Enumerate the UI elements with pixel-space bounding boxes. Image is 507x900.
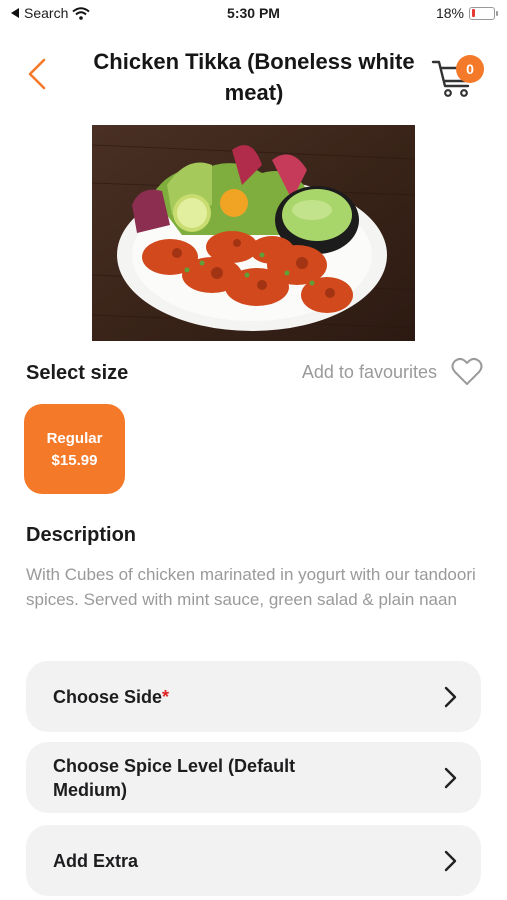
battery-indicator: 18% [435,5,498,21]
description-text: With Cubes of chicken marinated in yogur… [26,565,476,609]
cart-count-badge: 0 [456,55,484,83]
battery-percent: 18% [435,5,464,21]
add-to-favourites-button[interactable]: Add to favourites [302,357,483,387]
required-marker: * [162,687,170,707]
size-option-name: Regular [46,430,103,447]
chevron-right-icon [444,850,457,872]
favourites-label: Add to favourites [301,361,437,382]
product-image [92,125,415,341]
description-title: Description [26,524,137,546]
size-option-price: $15.99 [51,452,98,469]
add-extra-option[interactable]: Add Extra [26,825,481,896]
status-bar: Search 5:30 PM 18% [0,0,507,28]
choose-spice-level-option[interactable]: Choose Spice Level (Default Medium) [26,742,481,813]
food-photo [92,125,415,341]
header: Chicken Tikka (Boneless white meat) [0,40,507,110]
battery-icon [469,6,498,20]
chevron-right-icon [444,686,457,708]
choose-side-label: Choose Side* [53,687,170,707]
chevron-right-icon [444,767,457,789]
size-option-regular[interactable]: Regular $15.99 [24,404,125,494]
chevron-left-icon [28,58,46,90]
add-extra-label: Add Extra [53,851,139,871]
back-button[interactable] [22,54,54,94]
choose-side-option[interactable]: Choose Side* [26,661,481,732]
select-size-label: Select size [26,362,129,384]
status-time: 5:30 PM [227,5,280,21]
choose-spice-level-label: Choose Spice Level (Default Medium) [53,756,296,800]
page-title: Chicken Tikka (Boneless white meat) [93,49,415,105]
heart-icon [451,357,483,385]
